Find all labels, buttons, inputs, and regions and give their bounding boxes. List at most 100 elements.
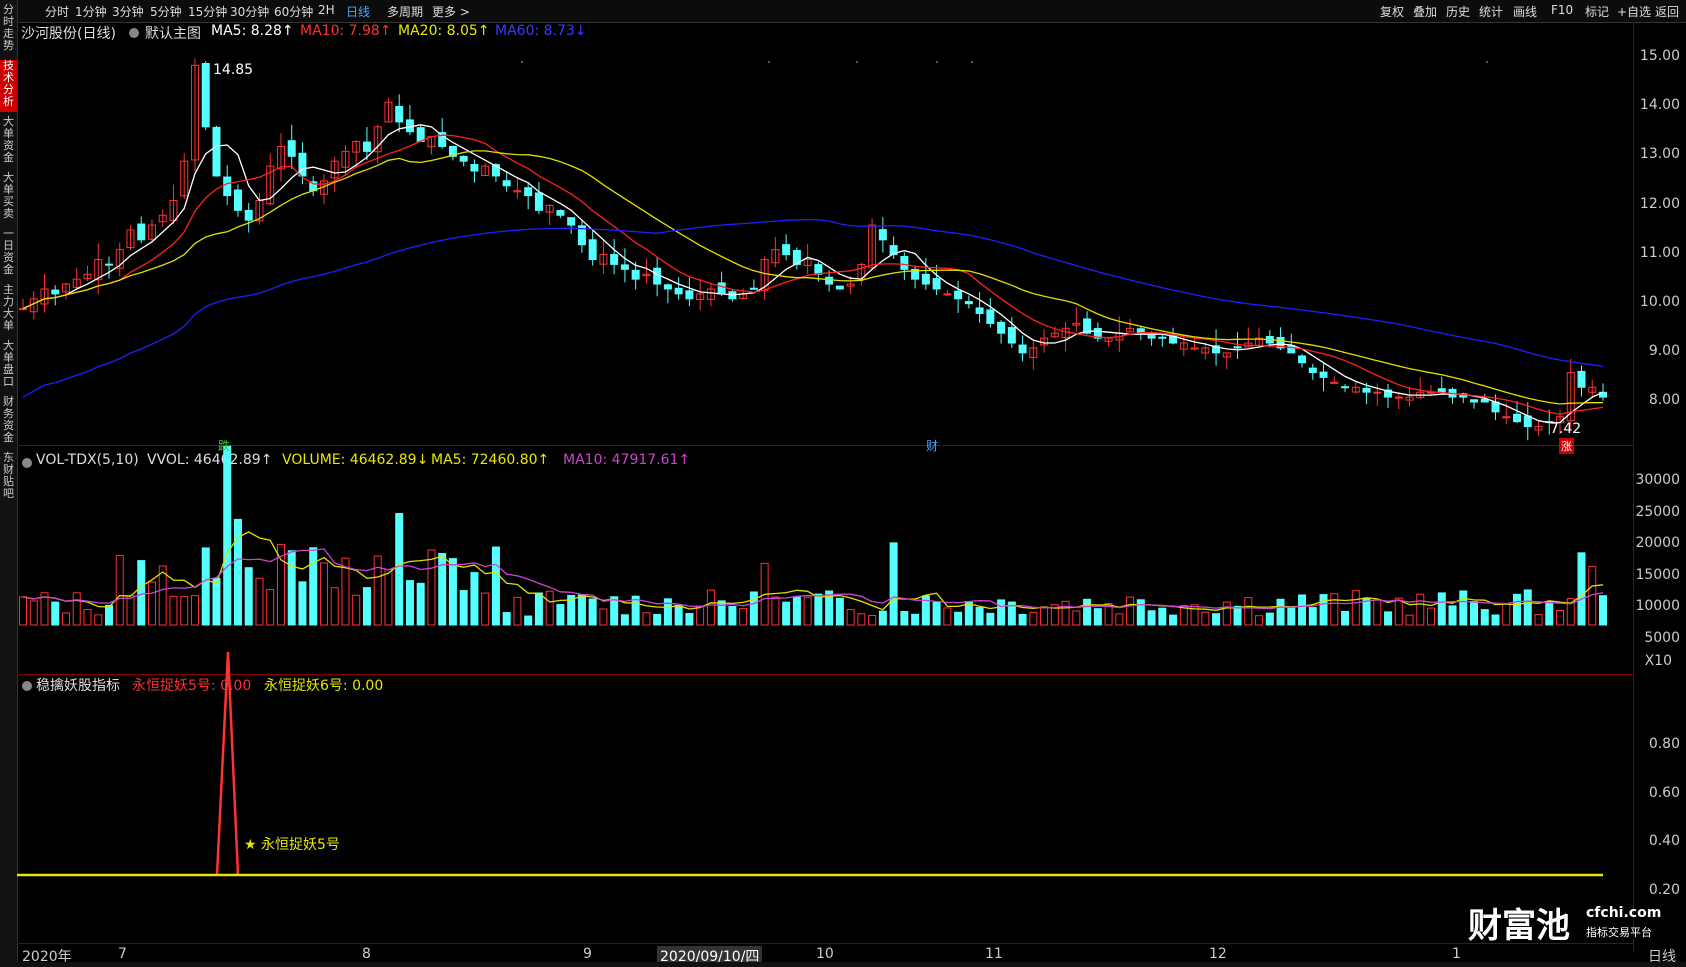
volume-bar [975,607,984,626]
side-tab-0[interactable]: 分时走势 [0,4,17,56]
side-tab-4[interactable]: 一日资金 [0,228,17,280]
period-toolbar: 分时 1分钟 3分钟 5分钟 15分钟 30分钟 60分钟 2H 日线 多周期 更多 > 复权 叠加 历史… [0,0,1686,23]
candle-body [223,176,232,197]
tool-button-5[interactable]: F10 [1551,3,1573,17]
tool-button-2[interactable]: 历史 [1446,3,1470,20]
volume-bar [696,605,705,626]
volume-bar [1577,552,1586,626]
period-tab-4[interactable]: 15分钟 [188,3,227,20]
volume-ma5-line [22,531,1604,611]
volume-bar [362,587,371,626]
finance-marker[interactable]: 财 [926,437,938,454]
period-tab-2[interactable]: 3分钟 [112,3,144,20]
volume-bar [255,577,264,626]
candlestick-chart[interactable] [17,22,1633,962]
volume-bar [986,612,995,626]
candle-body [685,290,694,300]
volume-bar [115,554,124,626]
side-tab-5[interactable]: 主力大单 [0,284,17,336]
period-tab-6[interactable]: 60分钟 [274,3,313,20]
volume-bar [1437,592,1446,626]
volume-bar [1330,593,1339,626]
volume-bar [1126,596,1135,626]
volume-bar [1416,593,1425,626]
volume-bar [416,582,425,626]
volume-bar [61,612,70,626]
candle-body [943,293,952,296]
volume-bar [1083,598,1092,626]
side-tab-6[interactable]: 大单盘口 [0,340,17,392]
volume-bar [1244,597,1253,626]
volume-bar [1147,610,1156,626]
tool-button-4[interactable]: 画线 [1513,3,1537,20]
volume-bar [1158,607,1167,626]
period-tab-3[interactable]: 5分钟 [150,3,182,20]
volume-bar [1480,609,1489,626]
side-tab-3[interactable]: 大单买卖 [0,172,17,224]
volume-bar [857,613,866,626]
tool-button-7[interactable]: +自选 [1617,3,1651,20]
axis-separator [1633,22,1634,952]
candle-body [1330,381,1339,384]
tool-button-6[interactable]: 标记 [1585,3,1609,20]
volume-bar [1190,604,1199,626]
candle-body [749,287,758,290]
period-tab-7[interactable]: 2H [318,3,335,17]
period-tab-9[interactable]: 多周期 [387,3,423,20]
volume-bar [878,610,887,626]
volume-bar [1523,589,1532,626]
volume-bar [524,615,533,626]
volume-bar [1265,612,1274,626]
candle-body [610,254,619,265]
side-tab-8[interactable]: 东财贴吧 [0,452,17,504]
side-tab-2[interactable]: 大单资金 [0,116,17,168]
candle-body [653,267,662,285]
tool-button-8[interactable]: 返回 [1655,3,1679,20]
tool-button-3[interactable]: 统计 [1479,3,1503,20]
candle-body [233,189,242,211]
event-dot [971,61,973,63]
volume-bar [147,581,156,626]
volume-bar [599,608,608,626]
side-tab-1[interactable]: 技术分析 [0,60,17,112]
side-tab-bar: 分时走势技术分析大单资金大单买卖一日资金主力大单大单盘口财务资金东财贴吧 [0,0,18,967]
fall-marker[interactable]: 跌 [218,437,230,454]
volume-bar [588,598,597,626]
tool-button-1[interactable]: 叠加 [1413,3,1437,20]
volume-bar [782,601,791,626]
period-tab-1[interactable]: 1分钟 [75,3,107,20]
period-tab-5[interactable]: 30分钟 [230,3,269,20]
volume-bar [1136,599,1145,626]
price-tick: 10.00 [1639,294,1680,310]
candle-body [212,126,221,177]
indicator-tick: 0.80 [1648,736,1680,752]
volume-bar [706,589,715,626]
period-tab-10[interactable]: 更多 > [432,3,470,20]
volume-bar [771,596,780,626]
tool-button-0[interactable]: 复权 [1380,3,1404,20]
volume-bar [1255,615,1264,626]
volume-bar [868,614,877,626]
candle-body [1513,413,1522,423]
volume-tick: 20000 [1635,535,1680,551]
volume-bar [481,592,490,626]
candle-body [878,229,887,241]
period-tab-8[interactable]: 日线 [346,3,370,20]
candle-body [1470,399,1479,403]
signal-spike [215,651,240,876]
period-tab-0[interactable]: 分时 [45,3,69,20]
volume-bar [19,596,27,626]
volume-bar [653,613,662,626]
candle-body [395,105,404,123]
volume-bar [846,609,855,626]
volume-tick: 30000 [1635,472,1680,488]
rise-marker[interactable]: 涨 [1559,438,1574,454]
volume-bar [943,607,952,626]
side-tab-7[interactable]: 财务资金 [0,396,17,448]
volume-bar [1276,598,1285,626]
volume-bar [1341,611,1350,626]
volume-bar [1545,601,1554,626]
volume-bar [728,606,737,626]
candle-body [524,187,533,197]
candle-body [534,192,543,211]
